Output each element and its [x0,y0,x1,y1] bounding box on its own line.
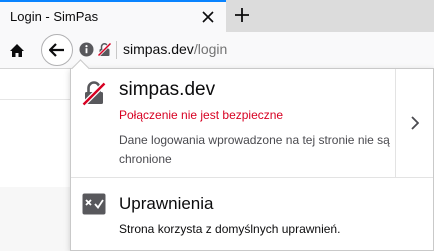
plus-icon[interactable] [232,5,252,25]
url-field[interactable]: simpas.dev/login [123,41,227,57]
connection-description: Dane logowania wprowadzone na tej stroni… [119,133,390,166]
tab-bar: Login - SimPas [0,0,434,32]
permissions-icon [82,193,106,215]
horizontal-divider [71,177,433,178]
tab-login-simpas[interactable]: Login - SimPas [0,0,226,32]
close-icon[interactable] [199,8,217,26]
url-host: simpas.dev [123,41,194,57]
chevron-right-icon[interactable] [396,69,433,177]
connection-section[interactable]: simpas.dev Połączenie nie jest bezpieczn… [71,69,433,177]
back-arrow-icon[interactable] [41,34,73,66]
insecure-lock-icon [81,80,107,107]
connection-status: Połączenie nie jest bezpieczne [119,108,284,122]
permissions-description: Strona korzysta z domyślnych uprawnień. [119,222,341,236]
site-name: simpas.dev [119,79,216,100]
info-icon[interactable] [79,42,94,57]
site-identity-panel: simpas.dev Połączenie nie jest bezpieczn… [70,59,434,251]
url-path: /login [193,41,228,57]
permissions-title: Uprawnienia [119,194,214,213]
nav-toolbar: simpas.dev/login [0,32,434,69]
url-separator [116,41,117,59]
home-icon[interactable] [7,40,27,60]
tab-title: Login - SimPas [10,9,99,24]
insecure-lock-icon[interactable] [96,41,113,58]
